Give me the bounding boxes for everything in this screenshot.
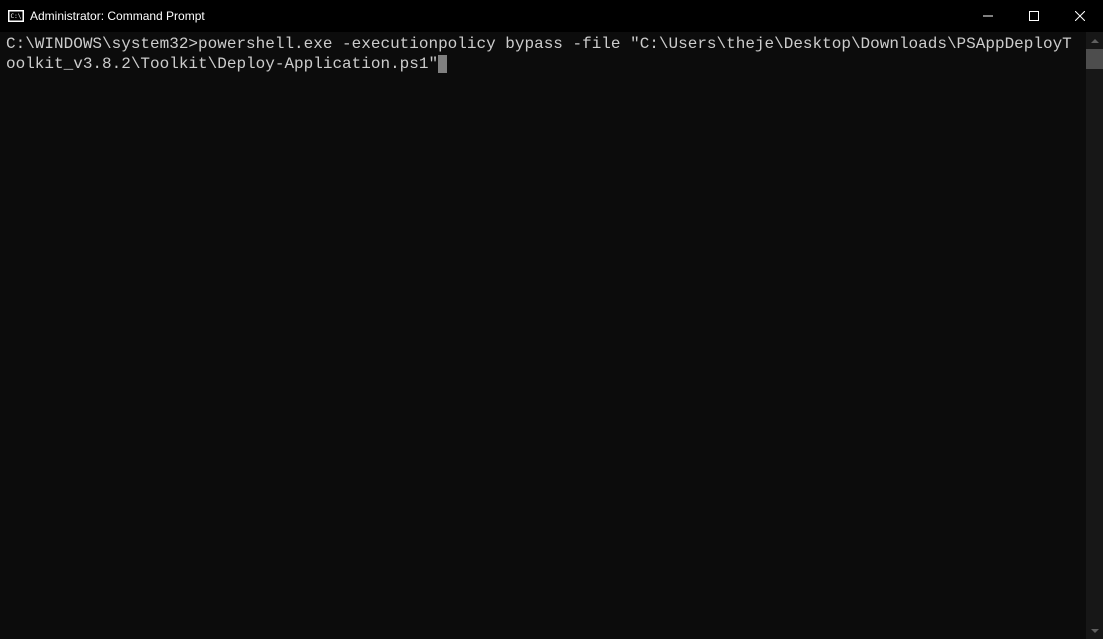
scrollbar-down-arrow[interactable]: [1086, 622, 1103, 639]
scrollbar[interactable]: [1086, 32, 1103, 639]
minimize-button[interactable]: [965, 0, 1011, 32]
close-button[interactable]: [1057, 0, 1103, 32]
svg-text:C:\: C:\: [11, 13, 22, 20]
scrollbar-up-arrow[interactable]: [1086, 32, 1103, 49]
title-left: C:\ Administrator: Command Prompt: [8, 8, 205, 24]
terminal-area[interactable]: C:\WINDOWS\system32>powershell.exe -exec…: [0, 32, 1103, 639]
title-bar: C:\ Administrator: Command Prompt: [0, 0, 1103, 32]
text-cursor: [438, 55, 447, 73]
scrollbar-thumb[interactable]: [1086, 49, 1103, 69]
window-title: Administrator: Command Prompt: [30, 9, 205, 23]
maximize-button[interactable]: [1011, 0, 1057, 32]
window-controls: [965, 0, 1103, 32]
prompt: C:\WINDOWS\system32>: [6, 35, 198, 53]
cmd-icon: C:\: [8, 8, 24, 24]
terminal-content: C:\WINDOWS\system32>powershell.exe -exec…: [0, 32, 1086, 76]
